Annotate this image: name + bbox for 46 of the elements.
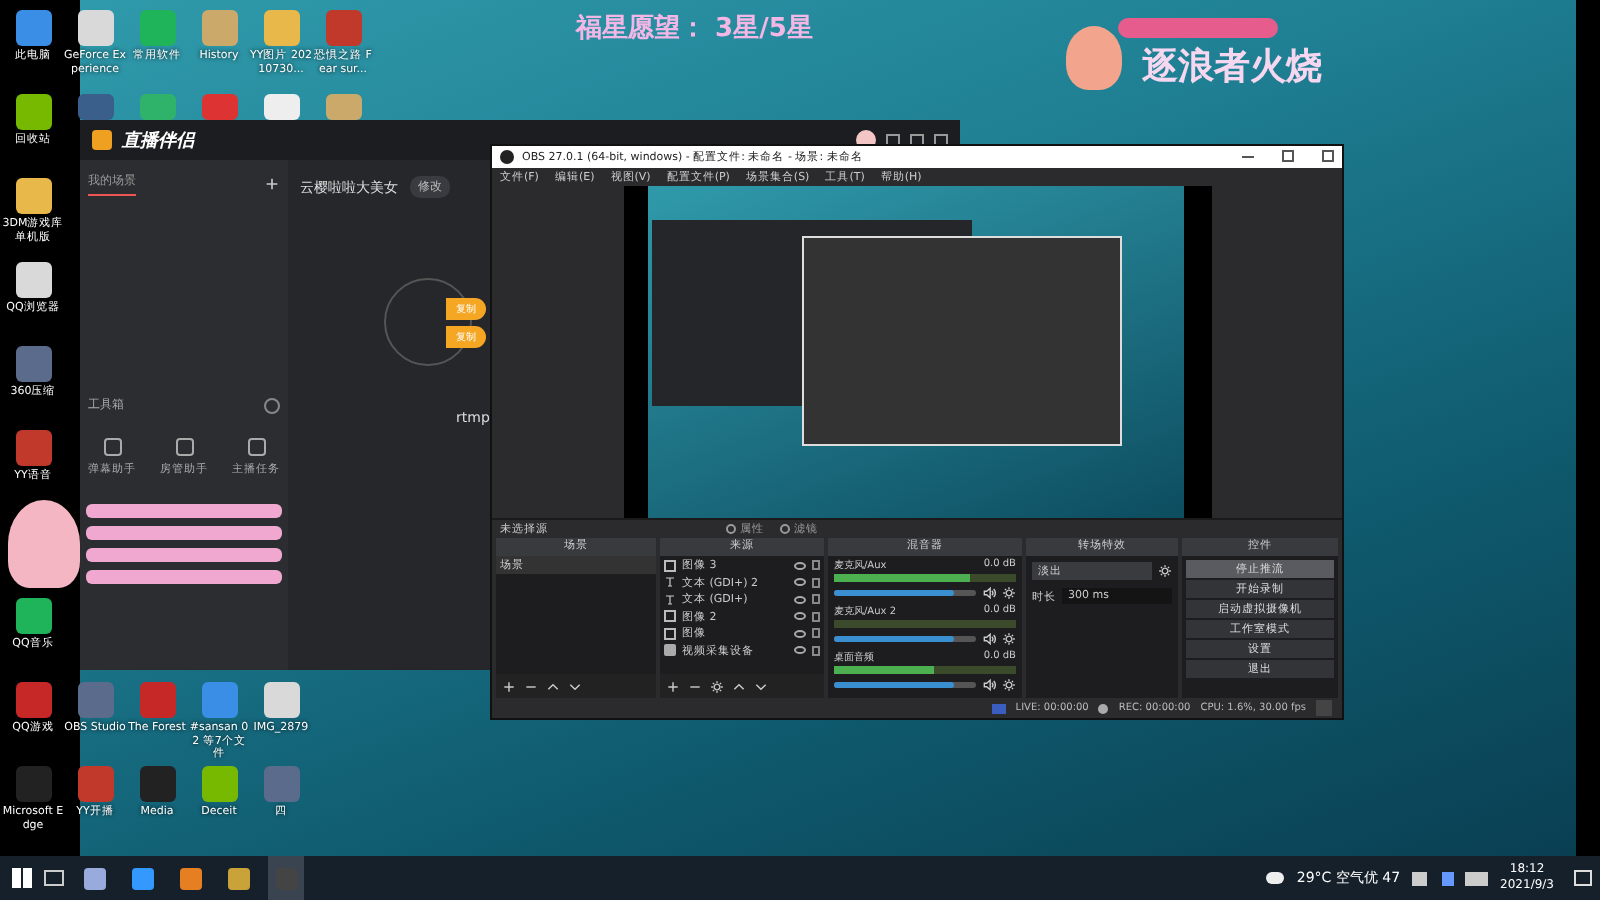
app-title: 直播伴侣 <box>122 128 194 153</box>
up-icon[interactable] <box>732 679 746 694</box>
collapse-icon[interactable] <box>264 397 280 413</box>
text-icon <box>664 576 676 588</box>
app-icon[interactable] <box>15 178 51 214</box>
add-icon[interactable] <box>502 679 516 694</box>
image-icon <box>664 559 676 571</box>
maximize-icon[interactable] <box>1282 150 1294 163</box>
up-icon[interactable] <box>546 679 560 694</box>
volume-slider[interactable] <box>834 590 976 597</box>
settings-icon[interactable] <box>1002 586 1016 601</box>
windows-start-icon[interactable] <box>12 868 32 888</box>
app-icon[interactable] <box>15 94 51 130</box>
notification-icon[interactable] <box>1574 870 1592 886</box>
volume-slider[interactable] <box>834 682 976 689</box>
record-dot-icon <box>1098 703 1109 714</box>
app-icon[interactable] <box>15 262 51 298</box>
speaker-icon[interactable] <box>982 586 996 601</box>
down-icon[interactable] <box>568 679 582 694</box>
close-icon[interactable] <box>1322 150 1334 163</box>
add-icon[interactable] <box>666 679 680 694</box>
down-icon[interactable] <box>754 679 768 694</box>
streamer-name: 逐浪者火烧 <box>1142 44 1322 90</box>
settings-icon[interactable] <box>710 679 724 694</box>
task-view-icon[interactable] <box>44 870 64 886</box>
settings-icon[interactable] <box>1002 632 1016 647</box>
app-icon[interactable] <box>15 598 51 634</box>
camera-icon <box>664 644 676 656</box>
wish-overlay-text: 福星愿望： 3星/5星 <box>576 11 813 46</box>
status-indicator-icon <box>1316 700 1332 717</box>
text-icon <box>664 593 676 605</box>
speaker-icon[interactable] <box>982 632 996 647</box>
logo-icon <box>92 130 112 150</box>
speaker-icon[interactable] <box>982 678 996 693</box>
add-icon[interactable] <box>264 176 280 192</box>
tray-icons[interactable] <box>1412 871 1489 885</box>
app-icon[interactable] <box>15 10 51 46</box>
app-icon[interactable] <box>77 10 113 46</box>
obs-logo-icon <box>500 149 514 164</box>
settings-icon[interactable] <box>1002 678 1016 693</box>
volume-slider[interactable] <box>834 636 976 643</box>
settings-icon[interactable] <box>1158 564 1172 579</box>
cloud-icon <box>1266 872 1285 884</box>
minimize-icon[interactable] <box>1242 155 1254 158</box>
live-indicator-icon <box>991 703 1006 714</box>
mascot-drawing <box>8 500 80 588</box>
